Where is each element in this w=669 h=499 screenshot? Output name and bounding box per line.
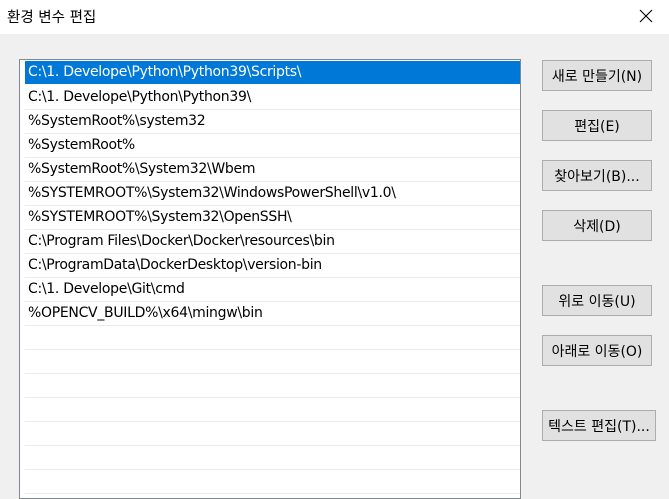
path-list-item[interactable]: %SystemRoot%\system32 (25, 110, 520, 134)
browse-button[interactable]: 찾아보기(B)... (542, 160, 652, 191)
path-list-item[interactable]: %SystemRoot% (25, 134, 520, 158)
edit-text-button[interactable]: 텍스트 편집(T)... (542, 410, 656, 441)
empty-list-row (25, 470, 520, 494)
path-list-item[interactable]: %SYSTEMROOT%\System32\OpenSSH\ (25, 206, 520, 230)
empty-list-row (25, 398, 520, 422)
move-up-button[interactable]: 위로 이동(U) (542, 285, 652, 316)
move-down-button[interactable]: 아래로 이동(O) (542, 335, 652, 366)
path-list-item[interactable]: C:\Program Files\Docker\Docker\resources… (25, 230, 520, 254)
empty-list-row (25, 374, 520, 398)
path-list-item[interactable]: C:\1. Develope\Python\Python39\ (25, 86, 520, 110)
edit-button[interactable]: 편집(E) (542, 110, 652, 141)
empty-list-row (25, 422, 520, 446)
path-list-item[interactable]: %OPENCV_BUILD%\x64\mingw\bin (25, 302, 520, 326)
title-bar: 환경 변수 편집 (0, 0, 669, 34)
path-list-item[interactable]: C:\1. Develope\Python\Python39\Scripts\ (25, 61, 520, 84)
close-button[interactable] (623, 0, 669, 32)
path-list-item[interactable]: C:\ProgramData\DockerDesktop\version-bin (25, 254, 520, 278)
close-icon (639, 9, 653, 23)
new-button[interactable]: 새로 만들기(N) (542, 60, 652, 91)
path-list-item[interactable]: %SYSTEMROOT%\System32\WindowsPowerShell\… (25, 182, 520, 206)
empty-list-row (25, 350, 520, 374)
delete-button[interactable]: 삭제(D) (542, 210, 652, 241)
path-list-item[interactable]: C:\1. Develope\Git\cmd (25, 278, 520, 302)
path-list-item[interactable]: %SystemRoot%\System32\Wbem (25, 158, 520, 182)
empty-list-row (25, 446, 520, 470)
path-list[interactable]: C:\1. Develope\Python\Python39\Scripts\ C… (19, 59, 521, 499)
window-title: 환경 변수 편집 (7, 10, 97, 26)
empty-list-row (25, 326, 520, 350)
